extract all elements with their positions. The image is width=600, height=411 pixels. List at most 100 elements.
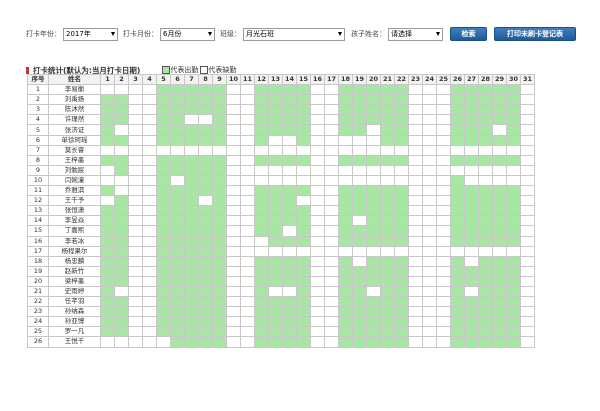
attendance-cell-present [492,235,507,247]
attendance-cell-present [100,255,115,267]
attendance-cell-present [198,245,213,257]
attendance-cell-absent [310,154,325,166]
attendance-cell-present [478,285,493,298]
class-select[interactable]: 月光石班 [243,27,345,41]
attendance-cell-absent [450,164,465,176]
attendance-cell-present [198,275,213,287]
attendance-cell-present [464,235,479,247]
attendance-cell-absent [408,144,423,156]
attendance-cell-present [296,265,311,277]
table-row: 7 莫长睿 [27,144,535,156]
attendance-cell-present [380,285,395,298]
attendance-cell-present [478,195,493,207]
attendance-cell-absent [422,316,437,328]
attendance-cell-present [380,255,395,267]
attendance-cell-absent [422,104,437,116]
attendance-cell-present [114,154,129,166]
attendance-cell-absent [408,316,423,328]
attendance-cell-absent [394,144,409,156]
attendance-cell-present [156,306,171,318]
attendance-cell-absent [128,275,143,287]
attendance-cell-absent [422,84,437,96]
attendance-cell-present [380,336,395,348]
attendance-cell-present [464,114,479,126]
attendance-cell-absent [324,275,339,287]
day-header: 29 [492,73,507,86]
attendance-cell-present [296,296,311,308]
attendance-cell-present [352,296,367,308]
attendance-cell-absent [226,326,241,338]
month-select[interactable]: 6月份 [160,27,215,41]
student-name: 李易衡 [48,84,101,96]
attendance-cell-absent [408,235,423,247]
attendance-cell-present [282,326,297,338]
attendance-cell-present [506,114,521,126]
attendance-cell-absent [436,84,451,96]
table-row: 17 杨程果尔 [27,245,535,257]
attendance-cell-present [156,215,171,227]
attendance-cell-absent [408,275,423,287]
attendance-cell-absent [310,104,325,116]
attendance-cell-present [450,185,465,197]
attendance-cell-present [268,275,283,287]
attendance-cell-present [198,306,213,318]
attendance-table: 序号 姓名 1 2 3 4 5 6 7 8 9 10 11 12 13 14 15 16 17 18 19 20 21 2… [27,73,535,348]
attendance-cell-absent [408,205,423,217]
attendance-cell-present [450,296,465,308]
table-row: 1 李易衡 [27,84,535,96]
attendance-cell-present [296,225,311,237]
day-header: 23 [408,73,423,86]
table-row: 24 孙亚博 [27,316,535,328]
attendance-cell-present [380,225,395,237]
attendance-cell-present [268,94,283,106]
attendance-cell-present [268,185,283,197]
attendance-cell-present [296,235,311,247]
attendance-cell-present [254,124,269,136]
attendance-cell-absent [324,285,339,298]
day-header: 14 [282,73,297,86]
row-index: 25 [27,326,49,338]
row-index: 17 [27,245,49,257]
row-index: 18 [27,255,49,267]
attendance-cell-absent [520,296,535,308]
attendance-cell-present [282,84,297,96]
attendance-cell-present [198,94,213,106]
attendance-cell-absent [310,114,325,126]
student-name: 王悦千 [48,336,101,348]
attendance-cell-present [506,296,521,308]
attendance-cell-present [380,114,395,126]
attendance-cell-present [268,336,283,348]
attendance-cell-present [338,154,353,166]
table-row: 2 刘禹扬 [27,94,535,106]
attendance-cell-present [184,265,199,277]
attendance-cell-present [100,154,115,166]
attendance-cell-absent [366,144,381,156]
attendance-cell-present [380,296,395,308]
child-select[interactable]: 请选择 [388,27,443,41]
attendance-cell-present [478,134,493,146]
day-header: 9 [212,73,227,86]
attendance-cell-absent [436,104,451,116]
attendance-cell-present [212,336,227,348]
attendance-cell-present [296,84,311,96]
attendance-cell-present [114,215,129,227]
year-select[interactable]: 2017年 [63,27,118,41]
attendance-cell-absent [324,154,339,166]
attendance-cell-absent [408,265,423,277]
attendance-cell-present [464,275,479,287]
attendance-cell-absent [478,144,493,156]
attendance-cell-present [170,336,185,348]
attendance-cell-present [450,215,465,227]
attendance-cell-present [352,275,367,287]
attendance-cell-present [352,94,367,106]
attendance-cell-absent [520,336,535,348]
attendance-cell-absent [408,134,423,146]
attendance-cell-present [156,164,171,176]
attendance-cell-present [184,215,199,227]
attendance-cell-absent [142,94,157,106]
print-unswiped-button[interactable]: 打印未刷卡登记表 [494,27,576,41]
day-header: 16 [310,73,325,86]
attendance-cell-present [338,336,353,348]
search-button[interactable]: 检索 [450,27,487,41]
attendance-cell-present [198,336,213,348]
